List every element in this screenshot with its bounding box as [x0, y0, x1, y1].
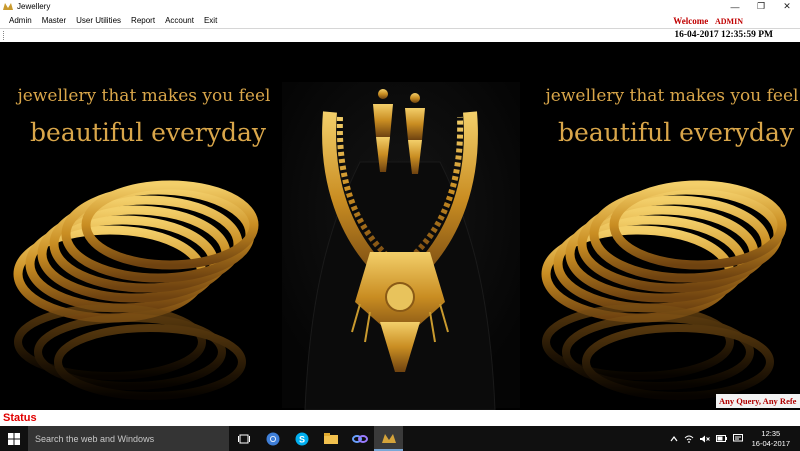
left-bangles-image	[13, 180, 259, 400]
menu-user-utilities[interactable]: User Utilities	[71, 16, 126, 25]
taskbar-clock[interactable]: 12:35 16-04-2017	[746, 429, 800, 449]
minimize-button[interactable]: —	[722, 0, 748, 13]
status-bar: Status	[0, 410, 800, 426]
battery-icon[interactable]	[713, 435, 730, 442]
volume-mute-icon[interactable]	[697, 435, 713, 443]
jewellery-app-taskbar-icon[interactable]	[374, 426, 403, 451]
clock-time: 12:35	[761, 428, 781, 438]
close-button[interactable]: ✕	[774, 0, 800, 13]
taskbar-search-box[interactable]: Search the web and Windows	[28, 426, 229, 451]
app-icon[interactable]	[345, 426, 374, 451]
left-tagline-line1: jewellery that makes you feel	[17, 86, 271, 106]
menu-admin[interactable]: Admin	[0, 16, 37, 25]
notification-icon[interactable]	[730, 434, 746, 443]
menu-report[interactable]: Report	[126, 16, 160, 25]
task-view-icon[interactable]	[229, 426, 258, 451]
menu-master[interactable]: Master	[37, 16, 71, 25]
search-placeholder: Search the web and Windows	[35, 433, 155, 444]
skype-icon[interactable]: S	[287, 426, 316, 451]
status-label: Status	[3, 412, 37, 424]
windows-logo-icon	[8, 432, 20, 445]
right-tagline-line2: beautiful everyday	[558, 118, 794, 147]
start-button[interactable]	[0, 426, 28, 451]
system-tray: 12:35 16-04-2017	[667, 426, 800, 451]
right-tagline-line1: jewellery that makes you feel	[545, 86, 799, 106]
query-marquee: Any Query, Any Refe	[716, 394, 800, 408]
necklace-image	[282, 82, 520, 410]
chevron-up-icon[interactable]	[667, 435, 681, 442]
window-title: Jewellery	[17, 2, 51, 11]
windows-taskbar: Search the web and Windows S 12:35 16-04…	[0, 426, 800, 451]
menu-exit[interactable]: Exit	[199, 16, 222, 25]
left-tagline-line2: beautiful everyday	[30, 118, 266, 147]
toolbar-grip[interactable]	[3, 31, 6, 40]
jewellery-app-icon	[3, 3, 13, 10]
network-icon[interactable]	[681, 435, 697, 443]
toolbar-strip: 16-04-2017 12:35:59 PM	[0, 28, 800, 43]
jewellery-banner: jewellery that makes you feel beautiful …	[0, 42, 800, 410]
welcome-user: ADMIN	[715, 17, 743, 26]
welcome-label: Welcome	[673, 16, 709, 26]
file-explorer-icon[interactable]	[316, 426, 345, 451]
svg-text:S: S	[298, 434, 304, 444]
right-bangles-image	[541, 180, 787, 400]
welcome-text: Welcome ADMIN	[673, 16, 743, 26]
window-controls: — ❐ ✕	[722, 0, 800, 13]
chrome-icon[interactable]	[258, 426, 287, 451]
clock-date: 16-04-2017	[751, 438, 790, 448]
title-bar: Jewellery — ❐ ✕	[0, 0, 800, 13]
menu-account[interactable]: Account	[160, 16, 199, 25]
maximize-button[interactable]: ❐	[748, 0, 774, 13]
current-datetime: 16-04-2017 12:35:59 PM	[674, 30, 773, 40]
